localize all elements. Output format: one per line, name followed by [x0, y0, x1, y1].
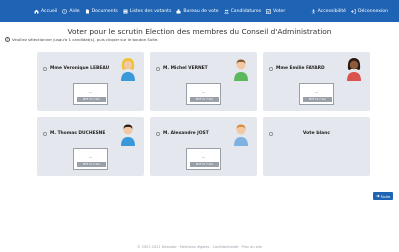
- accessibility-icon: [311, 8, 315, 14]
- candidate-radio[interactable]: [156, 67, 160, 71]
- candidate-name: Mme Veronique LEBEAU: [50, 66, 110, 71]
- candidate-name: Mme Emilie FAYARD: [276, 66, 325, 71]
- next-button[interactable]: Suite: [373, 192, 393, 200]
- nav-item-label: Accessibilité: [317, 8, 346, 14]
- candidate-card[interactable]: M. Michel VERNET ... PDF (5.7 Ko): [150, 52, 257, 111]
- document-placeholder: ...: [314, 89, 319, 94]
- candidate-document[interactable]: ... PDF (5.7 Ko): [186, 83, 221, 105]
- help-circle-icon: ?: [62, 8, 68, 14]
- candidate-name: M. Thomas DUCHESNE: [50, 131, 106, 136]
- candidate-card[interactable]: M. Alexandre JOST ... PDF (5.7 Ko): [150, 117, 257, 176]
- candidate-card[interactable]: Mme Veronique LEBEAU ... PDF (5.7 Ko): [37, 52, 144, 111]
- candidate-name: M. Alexandre JOST: [163, 131, 209, 136]
- document-placeholder: ...: [201, 89, 206, 94]
- nav-item-label: Accueil: [41, 8, 58, 14]
- primary-nav: Accueil ? Aide Documents Listes des vota…: [34, 5, 290, 17]
- footer: © 2007-2021 Neovote · Mentions légales ·…: [137, 245, 262, 249]
- nav-item-candidates[interactable]: Candidatures: [223, 5, 262, 17]
- nav-item-voter-lists[interactable]: Listes des votants: [123, 5, 172, 17]
- candidate-radio[interactable]: [43, 67, 47, 71]
- male-avatar-icon: [234, 59, 248, 81]
- ballot-box-icon: [176, 9, 181, 13]
- list-icon: [123, 9, 128, 13]
- pdf-link[interactable]: PDF (5.7 Ko): [77, 97, 106, 102]
- document-placeholder: ...: [201, 154, 206, 159]
- secondary-nav: Accessibilité Déconnexion: [311, 5, 393, 17]
- document-icon: [85, 9, 89, 13]
- candidates-icon: [223, 9, 229, 13]
- nav-item-label: Candidatures: [230, 8, 262, 14]
- candidate-radio[interactable]: [269, 67, 273, 71]
- candidate-document[interactable]: ... PDF (5.7 Ko): [73, 83, 108, 105]
- candidate-radio[interactable]: [43, 132, 47, 136]
- logout-icon: [351, 8, 356, 14]
- nav-item-label: Déconnexion: [358, 8, 388, 14]
- pdf-link[interactable]: PDF (5.7 Ko): [190, 97, 219, 102]
- candidate-document[interactable]: ... PDF (5.7 Ko): [299, 83, 334, 105]
- home-icon: [34, 9, 39, 13]
- nav-item-help[interactable]: ? Aide: [62, 5, 80, 17]
- candidate-document[interactable]: ... PDF (5.7 Ko): [73, 148, 108, 170]
- male-avatar-icon: [121, 124, 135, 146]
- hint-text: Veuillez sélectionner jusqu'à 1 candidat…: [12, 37, 159, 42]
- nav-item-accessibility[interactable]: Accessibilité: [311, 5, 346, 17]
- nav-item-polling-station[interactable]: Bureau de vote: [176, 5, 219, 17]
- page-title: Voter pour le scrutin Election des membr…: [67, 27, 332, 36]
- document-placeholder: ...: [88, 89, 93, 94]
- arrow-right-icon: [376, 194, 380, 198]
- nav-item-label: Listes des votants: [129, 8, 172, 14]
- female-avatar-icon: [347, 58, 361, 81]
- pdf-link[interactable]: PDF (5.7 Ko): [190, 162, 219, 167]
- candidate-name: M. Michel VERNET: [163, 66, 208, 71]
- candidate-card[interactable]: M. Thomas DUCHESNE ... PDF (5.7 Ko): [37, 117, 144, 176]
- document-placeholder: ...: [88, 154, 93, 159]
- nav-item-label: Documents: [91, 8, 118, 14]
- female-avatar-icon: [121, 58, 135, 81]
- pdf-link[interactable]: PDF (5.7 Ko): [303, 97, 332, 102]
- info-icon: ?: [5, 37, 10, 42]
- blank-vote-card[interactable]: Vote blanc: [263, 117, 370, 176]
- pdf-link[interactable]: PDF (5.7 Ko): [77, 162, 106, 167]
- nav-item-label: Bureau de vote: [183, 8, 219, 14]
- male-avatar-icon: [234, 124, 248, 146]
- blank-vote-label: Vote blanc: [302, 131, 331, 136]
- candidate-radio[interactable]: [156, 132, 160, 136]
- nav-item-home[interactable]: Accueil: [34, 5, 57, 17]
- nav-item-logout[interactable]: Déconnexion: [351, 5, 388, 17]
- next-button-label: Suite: [380, 193, 391, 199]
- selection-hint: ? Veuillez sélectionner jusqu'à 1 candid…: [5, 37, 159, 42]
- candidate-document[interactable]: ... PDF (5.7 Ko): [186, 148, 221, 170]
- vote-icon: [266, 8, 271, 14]
- top-navigation-bar: Accueil ? Aide Documents Listes des vota…: [0, 0, 399, 22]
- candidate-card[interactable]: Mme Emilie FAYARD ... PDF (5.7 Ko): [263, 52, 370, 111]
- nav-item-documents[interactable]: Documents: [85, 5, 118, 17]
- nav-item-label: Voter: [273, 8, 286, 14]
- nav-item-label: Aide: [69, 8, 80, 14]
- nav-item-vote[interactable]: Voter: [266, 5, 285, 17]
